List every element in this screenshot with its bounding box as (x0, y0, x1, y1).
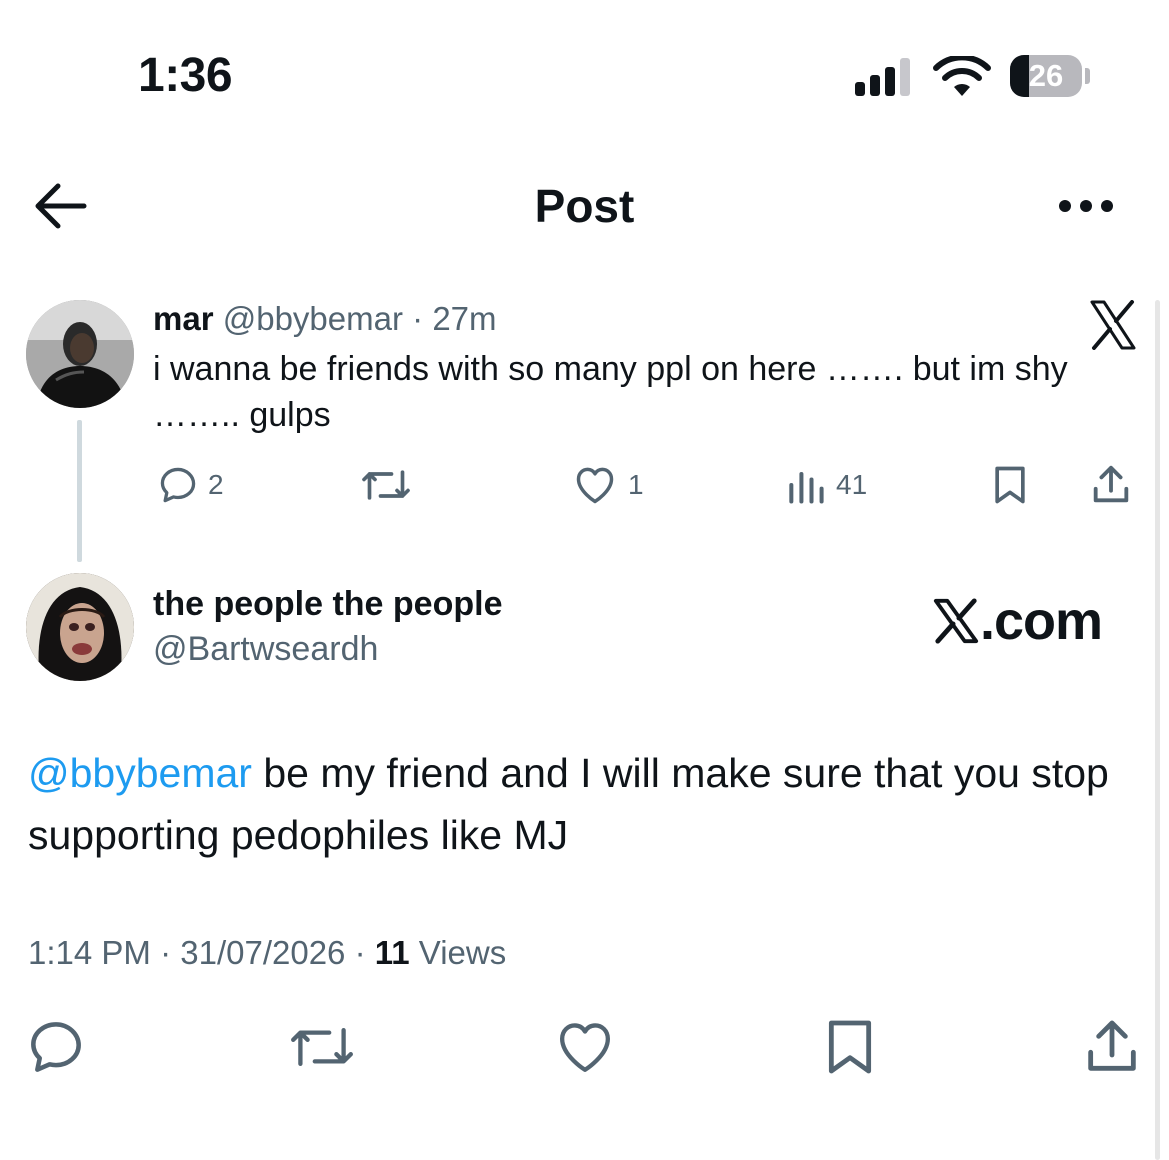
heart-icon (576, 467, 614, 504)
author-handle[interactable]: @Bartwseardh (153, 628, 378, 670)
author-name[interactable]: the people the people (153, 583, 502, 625)
views-label: Views (409, 934, 507, 971)
separator: · (150, 934, 181, 971)
x-logo-icon (933, 598, 979, 644)
avatar[interactable] (26, 300, 134, 408)
parent-tweet-text: i wanna be friends with so many ppl on h… (153, 350, 1068, 434)
parent-tweet-header: mar @bbybemar · 27m (153, 298, 497, 340)
views-icon (789, 471, 824, 504)
main-tweet-actions (0, 1015, 1169, 1079)
like-button[interactable]: 1 (570, 460, 644, 510)
views-count[interactable]: 11 (375, 934, 410, 971)
author-name[interactable]: mar (153, 300, 214, 337)
x-logo-icon (1090, 300, 1136, 350)
reply-icon (31, 1022, 81, 1072)
retweet-button[interactable] (358, 460, 414, 510)
share-button[interactable] (1088, 460, 1134, 510)
battery-icon: 26 (1010, 55, 1082, 97)
retweet-icon (291, 1028, 353, 1066)
reply-button[interactable]: 2 (156, 460, 224, 510)
post-metadata: 1:14 PM · 31/07/2026 · 11 Views (28, 932, 506, 974)
bookmark-icon (995, 466, 1025, 504)
share-button[interactable] (1080, 1015, 1144, 1079)
mention-link[interactable]: @bbybemar (28, 750, 252, 796)
heart-icon (559, 1023, 611, 1073)
author-handle[interactable]: @bbybemar (223, 300, 403, 337)
reply-count: 2 (208, 469, 224, 500)
main-tweet-text: @bbybemar be my friend and I will make s… (28, 742, 1138, 866)
battery-percent: 26 (1028, 58, 1064, 93)
page-title: Post (534, 180, 635, 232)
avatar-photo (26, 300, 134, 408)
post-date[interactable]: 31/07/2026 (180, 934, 345, 971)
wifi-icon (933, 56, 991, 96)
scrollbar[interactable] (1155, 300, 1160, 1160)
like-count: 1 (628, 469, 644, 500)
more-options-button[interactable] (1055, 192, 1117, 220)
reply-icon (160, 467, 196, 503)
views-button[interactable]: 41 (784, 460, 867, 510)
separator: · (412, 300, 424, 337)
more-horizontal-icon (1059, 200, 1113, 212)
separator: · (345, 934, 375, 971)
share-icon (1093, 465, 1129, 503)
watermark-text: .com (980, 591, 1103, 651)
reply-button[interactable] (24, 1015, 88, 1079)
post-time[interactable]: 27m (432, 300, 496, 337)
avatar[interactable] (26, 573, 134, 681)
post-time[interactable]: 1:14 PM (28, 934, 151, 971)
like-button[interactable] (552, 1015, 618, 1079)
x-com-watermark: .com (932, 591, 1103, 651)
share-icon (1088, 1020, 1136, 1071)
cellular-signal-icon (855, 58, 917, 96)
status-time: 1:36 (138, 49, 233, 102)
parent-tweet-actions: 2 1 41 (0, 460, 1169, 510)
bookmark-button[interactable] (818, 1015, 882, 1079)
post-screen: 1:36 26 Post mar @bbybemar · 27m i wanna… (0, 0, 1169, 1160)
bookmark-button[interactable] (988, 460, 1032, 510)
retweet-icon (362, 470, 410, 500)
views-count: 41 (836, 469, 868, 500)
avatar-photo (26, 573, 134, 681)
retweet-button[interactable] (286, 1015, 358, 1079)
battery-cap (1085, 68, 1090, 84)
bookmark-icon (828, 1020, 872, 1074)
